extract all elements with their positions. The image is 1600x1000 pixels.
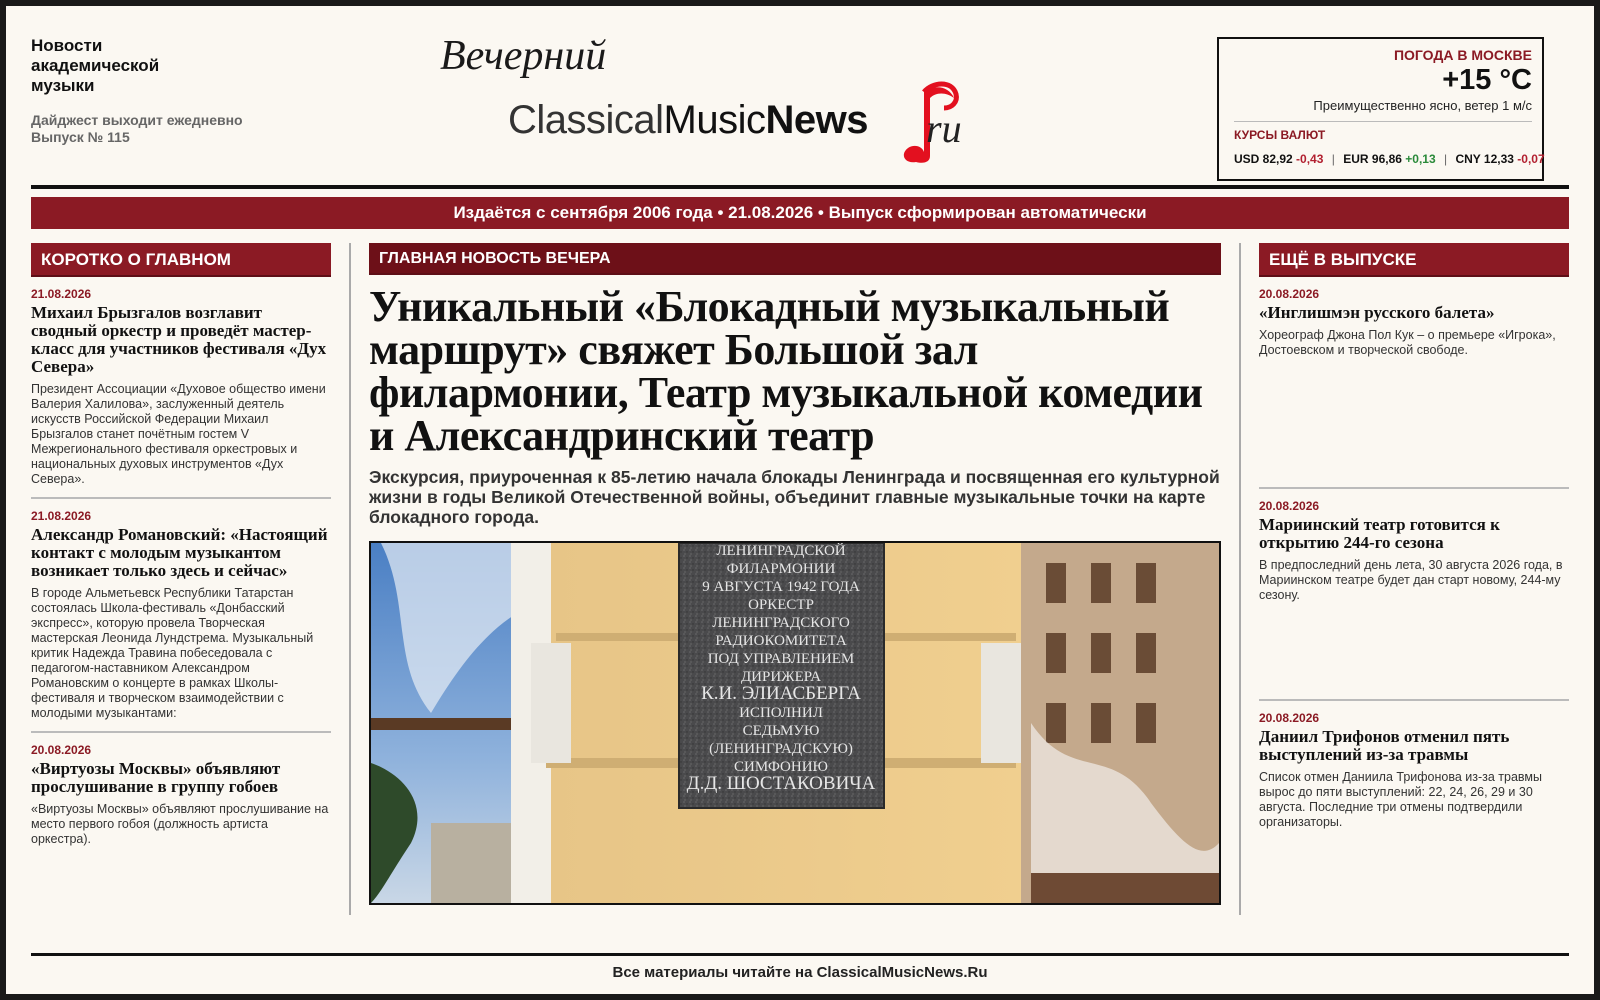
weather-divider bbox=[1234, 121, 1532, 122]
news-date: 20.08.2026 bbox=[31, 743, 92, 757]
digest-info: Дайджест выходит ежедневно Выпуск № 115 bbox=[31, 112, 331, 146]
news-date: 20.08.2026 bbox=[1259, 499, 1320, 513]
left-column: КОРОТКО О ГЛАВНОМ 21.08.2026 Михаил Брыз… bbox=[31, 243, 331, 857]
site-logo[interactable]: Вечерний ClassicalMusicNews ru bbox=[436, 32, 996, 177]
logo-word-classical: Classical bbox=[508, 98, 664, 142]
section-heading-main: ГЛАВНАЯ НОВОСТЬ ВЕЧЕРА bbox=[369, 243, 1221, 275]
cny-change: -0,07 bbox=[1517, 152, 1545, 166]
plaque-line: ЛЕНИНГРАДСКОЙ bbox=[716, 543, 845, 559]
news-item[interactable]: 20.08.2026 Даниил Трифонов отменил пять … bbox=[1259, 701, 1569, 911]
currency-rates: USD 82,92 -0,43 | EUR 96,86 +0,13 | CNY … bbox=[1234, 152, 1545, 166]
section-heading-more: ЕЩЁ В ВЫПУСКЕ bbox=[1259, 243, 1569, 277]
page: Новости академической музыки Дайджест вы… bbox=[6, 6, 1594, 994]
news-date: 20.08.2026 bbox=[1259, 287, 1320, 301]
rate-separator: | bbox=[1443, 152, 1448, 166]
news-date: 21.08.2026 bbox=[31, 287, 92, 301]
news-title[interactable]: «Инглишмэн русского балета» bbox=[1259, 304, 1569, 322]
issue-number: Выпуск № 115 bbox=[31, 129, 130, 145]
rate-separator: | bbox=[1331, 152, 1335, 166]
main-photo[interactable]: ЛЕНИНГРАДСКОЙ ФИЛАРМОНИИ 9 АВГУСТА 1942 ГО… bbox=[369, 541, 1221, 905]
issue-banner: Издаётся с сентября 2006 года • 21.08.20… bbox=[31, 197, 1569, 229]
masthead-left: Новости академической музыки Дайджест вы… bbox=[31, 36, 331, 146]
logo-word-news: News bbox=[765, 98, 869, 142]
news-summary: Хореограф Джона Пол Кук – о премьере «Иг… bbox=[1259, 328, 1556, 357]
main-headline[interactable]: Уникальный «Блокадный музыкальный маршру… bbox=[369, 285, 1221, 458]
news-summary: «Виртуозы Москвы» объявляют прослушивани… bbox=[31, 802, 329, 846]
plaque-line: ПОД УПРАВЛЕНИЕМ bbox=[708, 651, 855, 667]
plaque-line: СЕДЬМУЮ bbox=[743, 723, 820, 739]
header-rule bbox=[31, 185, 1569, 189]
news-title[interactable]: Мариинский театр готовится к открытию 24… bbox=[1259, 516, 1569, 552]
logo-evening: Вечерний bbox=[440, 33, 607, 79]
plaque-line: (ЛЕНИНГРАДСКУЮ) bbox=[709, 741, 853, 757]
plaque-line: 9 АВГУСТА 1942 ГОДА bbox=[702, 579, 860, 595]
section-heading-brief: КОРОТКО О ГЛАВНОМ bbox=[31, 243, 331, 277]
weather-title: ПОГОДА В МОСКВЕ bbox=[1393, 47, 1532, 63]
news-title[interactable]: Даниил Трифонов отменил пять выступлений… bbox=[1259, 728, 1569, 764]
news-item[interactable]: 21.08.2026 Александр Романовский: «Насто… bbox=[31, 499, 331, 733]
plaque-line: РАДИОКОМИТЕТА bbox=[715, 633, 847, 649]
digest-frequency: Дайджест выходит ежедневно bbox=[31, 112, 243, 128]
news-item[interactable]: 20.08.2026 «Инглишмэн русского балета» Х… bbox=[1259, 277, 1569, 489]
main-column: ГЛАВНАЯ НОВОСТЬ ВЕЧЕРА Уникальный «Блока… bbox=[369, 243, 1221, 905]
plaque-photo-image: ЛЕНИНГРАДСКОЙ ФИЛАРМОНИИ 9 АВГУСТА 1942 ГО… bbox=[371, 543, 1219, 903]
eur-change: +0,13 bbox=[1405, 152, 1436, 166]
news-title[interactable]: «Виртуозы Москвы» объявляют прослушивани… bbox=[31, 760, 331, 796]
news-title[interactable]: Михаил Брызгалов возглавит сводный оркес… bbox=[31, 304, 331, 376]
usd-change: -0,43 bbox=[1296, 152, 1324, 166]
footer-link[interactable]: Все материалы читайте на ClassicalMusicN… bbox=[31, 964, 1569, 981]
news-item[interactable]: 20.08.2026 «Виртуозы Москвы» объявляют п… bbox=[31, 733, 331, 857]
weather-widget: ПОГОДА В МОСКВЕ +15 °C Преимущественно я… bbox=[1217, 37, 1545, 181]
column-divider bbox=[349, 243, 351, 915]
news-date: 21.08.2026 bbox=[31, 509, 92, 523]
right-column: ЕЩЁ В ВЫПУСКЕ 20.08.2026 «Инглишмэн русс… bbox=[1259, 243, 1569, 911]
plaque-line: ЛЕНИНГРАДСКОГО bbox=[712, 615, 850, 631]
eur-rate: EUR 96,86 bbox=[1343, 152, 1402, 166]
column-divider bbox=[1239, 243, 1241, 915]
plaque-line: ОРКЕСТР bbox=[748, 597, 814, 613]
news-summary: Список отмен Даниила Трифонова из-за тра… bbox=[1259, 770, 1543, 829]
main-lead: Экскурсия, приуроченная к 85-летию начал… bbox=[369, 467, 1220, 527]
news-summary: Президент Ассоциации «Духовое общество и… bbox=[31, 382, 326, 486]
news-summary: В городе Альметьевск Республики Татарста… bbox=[31, 586, 314, 720]
logo-word-music: Music bbox=[663, 98, 766, 142]
cny-rate: CNY 12,33 bbox=[1455, 152, 1514, 166]
plaque-line: ФИЛАРМОНИИ bbox=[727, 561, 836, 577]
plaque-line: Д.Д. ШОСТАКОВИЧА bbox=[687, 773, 876, 794]
logo-ru: ru bbox=[926, 106, 962, 151]
site-name: Новости академической музыки bbox=[31, 36, 160, 95]
news-date: 20.08.2026 bbox=[1259, 711, 1320, 725]
usd-rate: USD 82,92 bbox=[1234, 152, 1293, 166]
news-title[interactable]: Александр Романовский: «Настоящий контак… bbox=[31, 526, 331, 580]
plaque-line: ИСПОЛНИЛ bbox=[739, 705, 823, 721]
news-item[interactable]: 20.08.2026 Мариинский театр готовится к … bbox=[1259, 489, 1569, 701]
plaque-line: К.И. ЭЛИАСБЕРГА bbox=[701, 683, 861, 704]
footer-rule bbox=[31, 953, 1569, 956]
news-item[interactable]: 21.08.2026 Михаил Брызгалов возглавит св… bbox=[31, 277, 331, 499]
currency-title: КУРСЫ ВАЛЮТ bbox=[1234, 128, 1326, 142]
weather-temperature: +15 °C bbox=[1442, 64, 1532, 96]
logo-wordmark: ClassicalMusicNews bbox=[508, 98, 868, 143]
news-summary: В предпоследний день лета, 30 августа 20… bbox=[1259, 558, 1563, 602]
weather-description: Преимущественно ясно, ветер 1 м/с bbox=[1313, 98, 1532, 113]
